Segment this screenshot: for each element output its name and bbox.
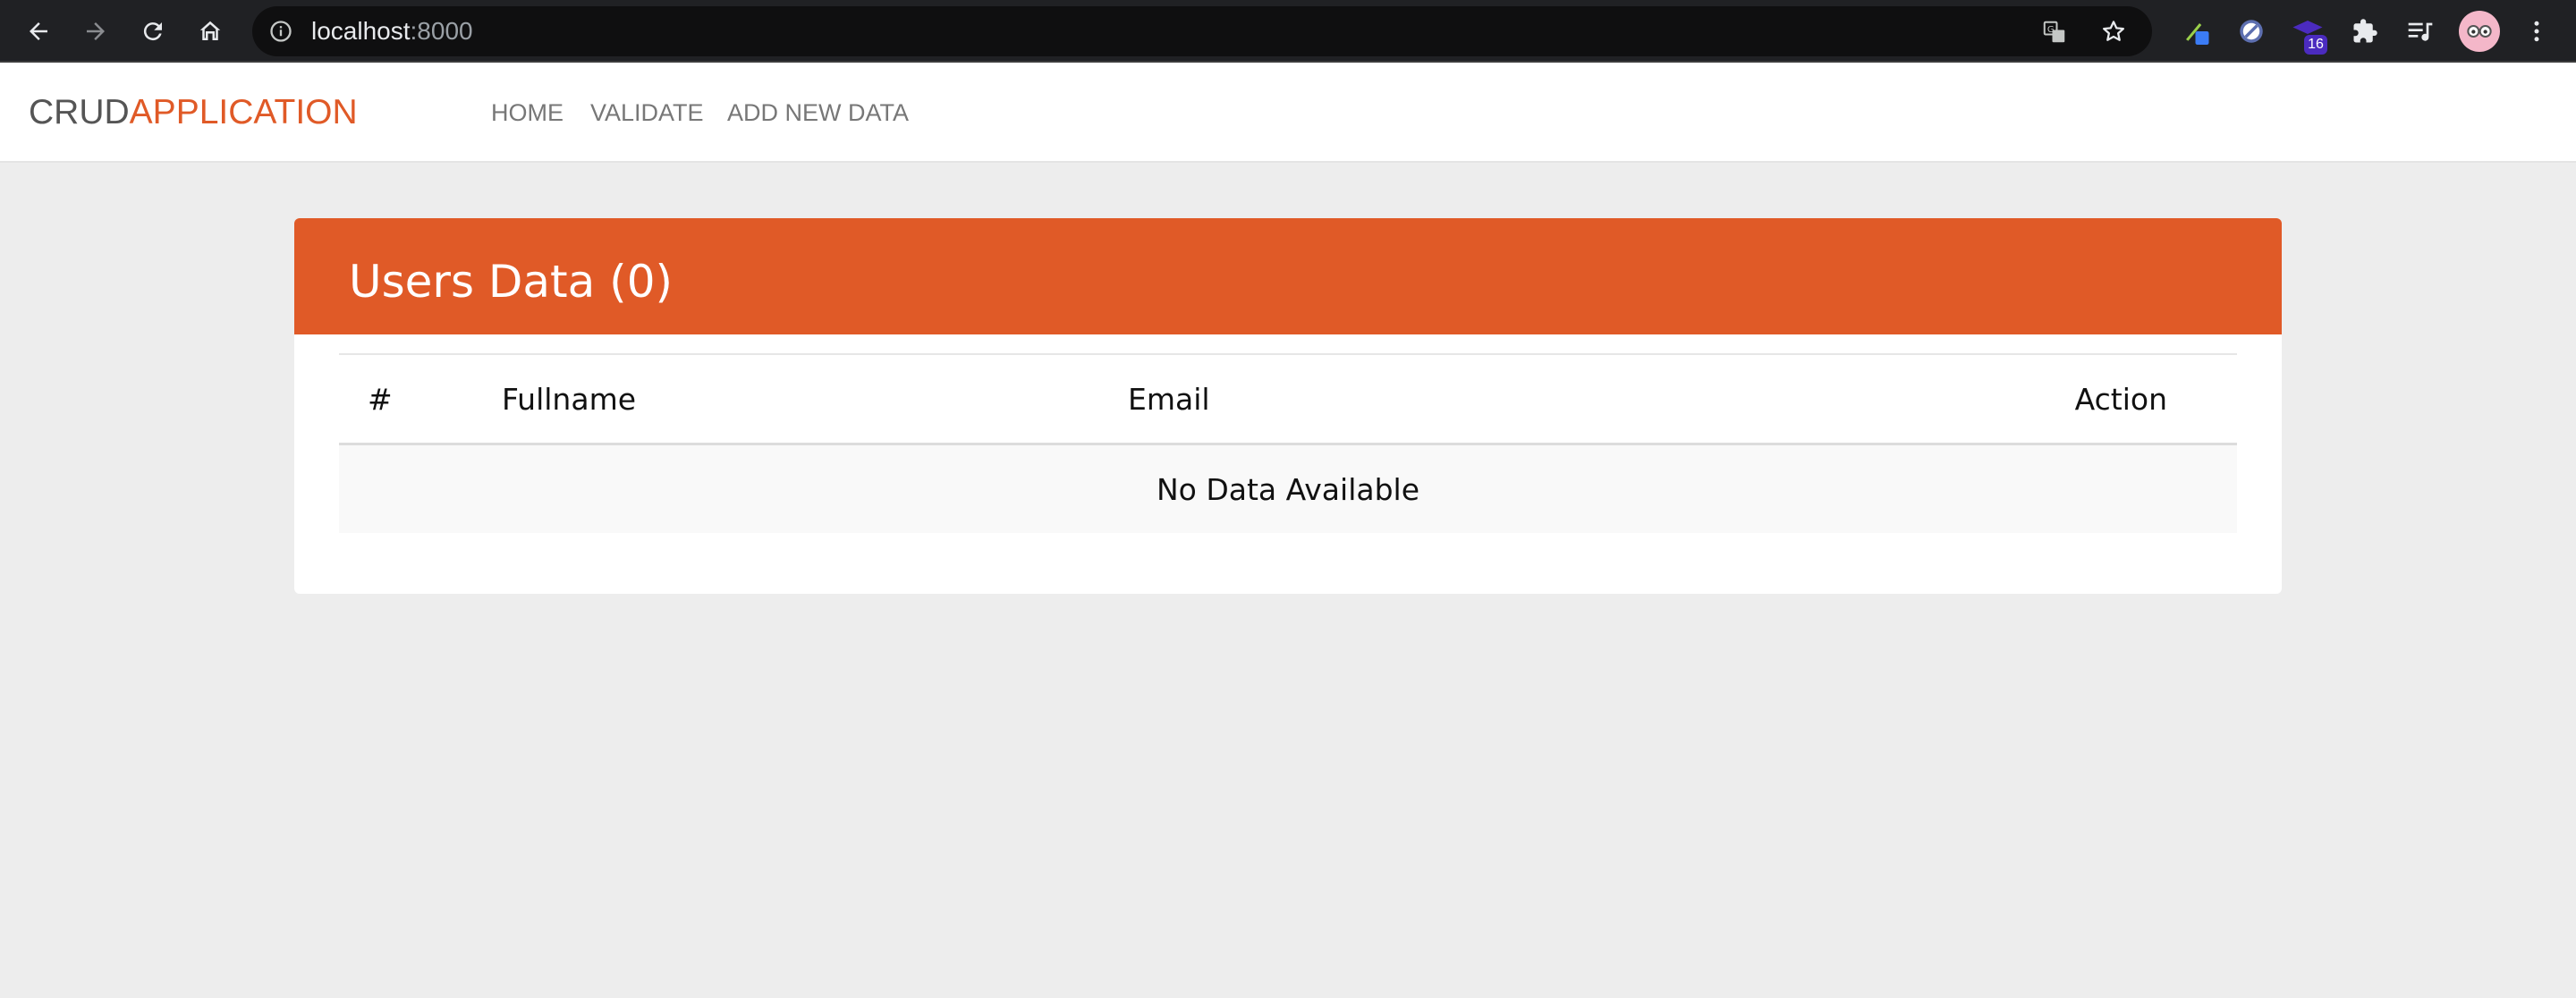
nav-link-home[interactable]: HOME	[491, 63, 564, 163]
puzzle-icon	[2353, 19, 2377, 43]
pen-extension-icon	[2186, 23, 2209, 45]
media-list-icon	[2408, 22, 2433, 41]
back-button[interactable]	[19, 12, 58, 51]
blocker-extension-icon	[2240, 20, 2263, 43]
svg-text:G: G	[2047, 25, 2055, 35]
extension-badge: 16	[2304, 35, 2327, 55]
browser-menu-button[interactable]	[2517, 12, 2556, 51]
browser-toolbar: localhost:8000 G 16	[0, 0, 2576, 63]
bookmark-star-icon[interactable]	[2100, 18, 2127, 45]
table-header-row: # Fullname Email Action	[339, 353, 2237, 445]
arrow-right-icon	[87, 22, 105, 40]
nav-link-validate[interactable]: VALIDATE	[590, 63, 704, 163]
column-header-number: #	[339, 353, 502, 445]
url-host: localhost	[311, 17, 411, 45]
empty-table-message: No Data Available	[339, 444, 2237, 533]
card-header: Users Data (0)	[294, 218, 2282, 334]
table-row: No Data Available	[339, 444, 2237, 533]
forward-button[interactable]	[76, 12, 115, 51]
home-icon	[199, 21, 221, 40]
app-navbar: CRUDAPPLICATION HOME VALIDATE ADD NEW DA…	[0, 63, 2576, 163]
arrow-left-icon	[30, 22, 47, 40]
nav-link-add-new-data[interactable]: ADD NEW DATA	[727, 63, 909, 163]
extension-grad[interactable]: 16	[2288, 12, 2327, 55]
reload-button[interactable]	[133, 12, 173, 51]
reload-icon	[143, 22, 162, 41]
translate-icon[interactable]: G	[2041, 19, 2068, 46]
kebab-menu-icon	[2534, 21, 2539, 42]
brand-part-1: CRUD	[29, 93, 130, 131]
url-port: :8000	[410, 17, 473, 45]
column-header-action: Action	[1682, 353, 2237, 445]
users-table: # Fullname Email Action No Data Availabl…	[339, 353, 2237, 533]
info-icon[interactable]	[268, 19, 293, 44]
card-title: Users Data (0)	[349, 256, 674, 308]
url-text[interactable]: localhost:8000	[311, 6, 473, 56]
brand-part-2: APPLICATION	[129, 93, 358, 131]
extension-pen[interactable]	[2177, 12, 2216, 51]
brand-logo[interactable]: CRUDAPPLICATION	[29, 63, 358, 163]
column-header-email: Email	[1128, 353, 1682, 445]
users-card: Users Data (0) # Fullname Email Action N…	[294, 218, 2282, 594]
extension-blocker[interactable]	[2232, 12, 2271, 51]
profile-avatar[interactable]	[2459, 11, 2500, 52]
address-bar[interactable]: localhost:8000 G	[252, 6, 2152, 56]
extensions-button[interactable]	[2345, 12, 2385, 51]
reading-list-button[interactable]	[2401, 12, 2440, 51]
column-header-fullname: Fullname	[502, 353, 1128, 445]
avatar-glasses-icon	[2467, 24, 2492, 38]
home-button[interactable]	[191, 12, 230, 51]
